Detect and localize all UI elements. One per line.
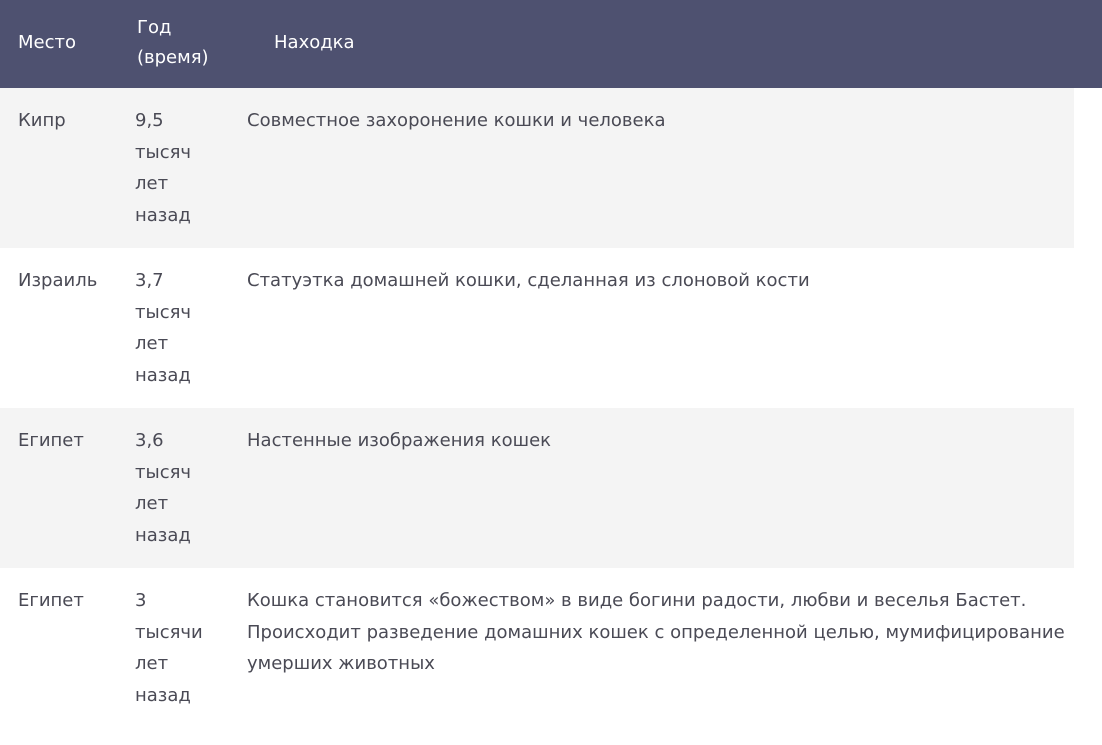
cell-year: 3,7 тысяч лет назад	[135, 270, 192, 386]
table-row: Египет 3,6 тысяч лет назад Настенные изо…	[0, 408, 1074, 568]
cell-place: Египет	[18, 430, 84, 451]
table-row: Кипр 9,5 тысяч лет назад Совместное захо…	[0, 88, 1074, 248]
header-find: Находка	[274, 32, 355, 53]
cell-place: Египет	[18, 590, 84, 611]
cell-place: Израиль	[18, 270, 98, 291]
cell-year: 3 тысячи лет назад	[135, 590, 203, 706]
cell-find: Кошка становится «божеством» в виде боги…	[247, 590, 1065, 674]
cell-year: 3,6 тысяч лет назад	[135, 430, 192, 546]
cell-year: 9,5 тысяч лет назад	[135, 110, 192, 226]
header-place: Место	[18, 32, 76, 53]
cell-find: Совместное захоронение кошки и человека	[247, 110, 666, 131]
history-table: Место Год (время) Находка Кипр 9,5 тысяч…	[0, 0, 1102, 745]
cell-find: Статуэтка домашней кошки, сделанная из с…	[247, 270, 810, 291]
table-row: Египет 3 тысячи лет назад Кошка становит…	[0, 568, 1074, 745]
table-header: Место Год (время) Находка	[0, 0, 1102, 88]
header-year: Год (время)	[137, 17, 209, 68]
cell-place: Кипр	[18, 110, 66, 131]
table-row: Израиль 3,7 тысяч лет назад Статуэтка до…	[0, 248, 1074, 408]
cell-find: Настенные изображения кошек	[247, 430, 552, 451]
